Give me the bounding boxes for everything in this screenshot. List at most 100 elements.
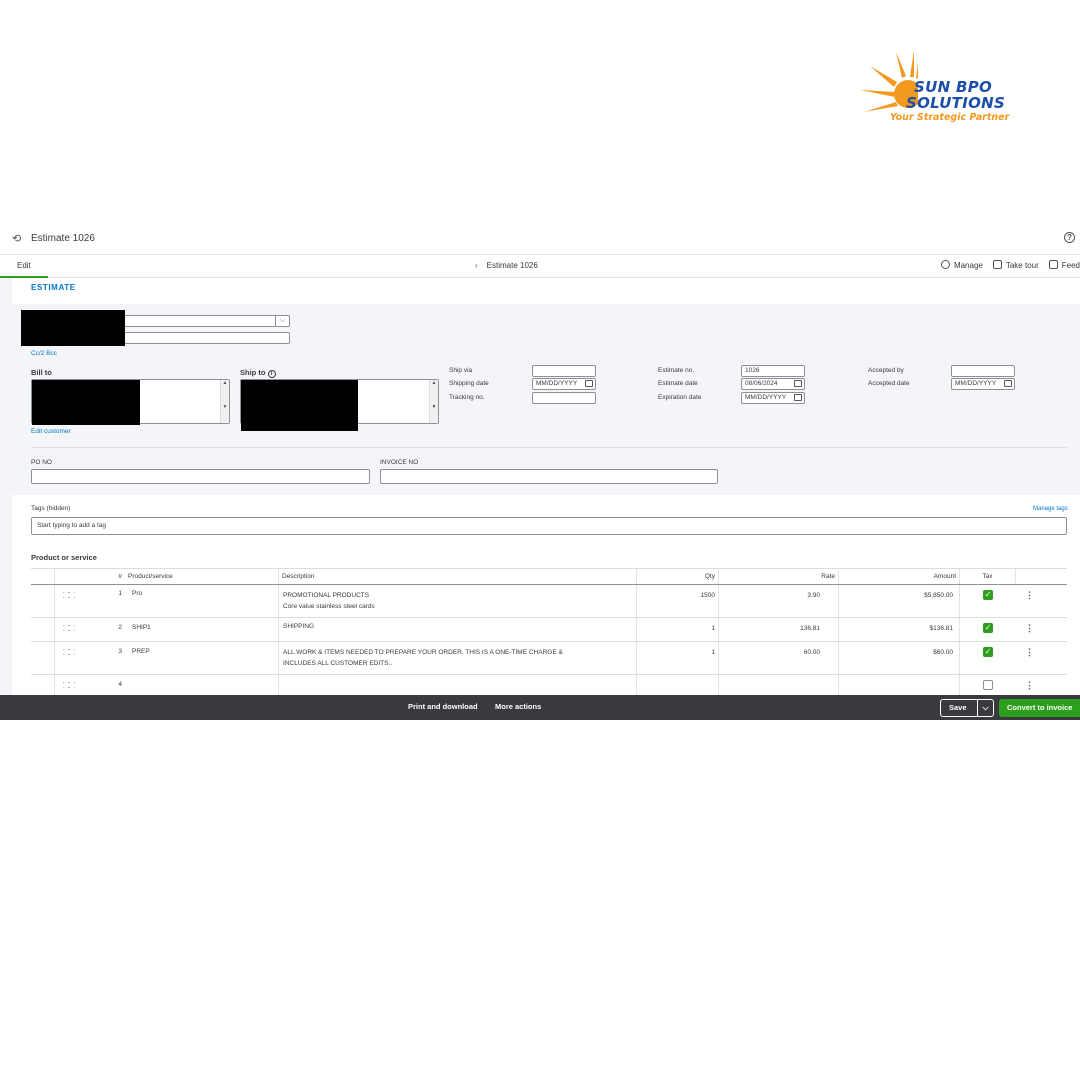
calendar-icon[interactable] [794, 380, 802, 387]
chevron-down-icon[interactable]: ⌵ [977, 700, 993, 716]
cell-rate[interactable]: 60.00 [718, 642, 838, 674]
more-actions-button[interactable]: More actions [495, 702, 541, 711]
take-tour-button[interactable]: Take tour [992, 260, 1039, 270]
ship-to-label: Ship to i [240, 368, 276, 378]
cell-qty[interactable] [636, 675, 718, 696]
more-vertical-icon[interactable]: ⋮ [1015, 585, 1067, 617]
logo-tagline: Your Strategic Partner [890, 112, 1010, 123]
expiration-date-field[interactable]: MM/DD/YYYY [741, 392, 805, 404]
col-num-header: # [118, 573, 122, 580]
expiration-date-label: Expiration date [658, 394, 702, 401]
history-icon[interactable]: ⟲ [12, 233, 24, 245]
cell-amount: $60.00 [838, 642, 959, 674]
estimate-no-field[interactable]: 1026 [741, 365, 805, 377]
drag-handle-icon[interactable]: ⸬⸬ [54, 642, 82, 674]
drag-handle-icon[interactable]: ⸬⸬ [54, 585, 82, 617]
cell-blank [31, 618, 54, 641]
description-line1: PROMOTIONAL PRODUCTS [283, 592, 370, 599]
cell-description[interactable]: SHIPPING [278, 618, 636, 641]
cell-product[interactable]: Pro [125, 585, 278, 617]
table-row[interactable]: ⸬⸬ 4 ⋮ [31, 675, 1067, 697]
table-row[interactable]: ⸬⸬ 1 Pro PROMOTIONAL PRODUCTS Core value … [31, 585, 1067, 618]
redacted-bill-to [32, 380, 140, 425]
cell-product[interactable] [125, 675, 278, 696]
more-vertical-icon[interactable]: ⋮ [1015, 618, 1067, 641]
col-tax-header: Tax [959, 569, 1015, 584]
tracking-no-field[interactable] [532, 392, 596, 404]
calendar-icon[interactable] [794, 394, 802, 401]
estimate-date-value: 08/06/2024 [745, 380, 778, 387]
redacted-customer [21, 310, 125, 346]
accepted-by-field[interactable] [951, 365, 1015, 377]
cell-description[interactable] [278, 675, 636, 696]
calendar-icon[interactable] [1004, 380, 1012, 387]
page-title: Estimate 1026 [31, 233, 95, 244]
cc-bcc-link[interactable]: Cc/2 Bcc [31, 350, 57, 357]
product-section-title: Product or service [31, 553, 97, 562]
manage-tags-link[interactable]: Manage tags [1033, 506, 1068, 512]
po-no-field[interactable] [31, 469, 370, 484]
cell-qty[interactable]: 1 [636, 618, 718, 641]
tax-checkbox[interactable]: ✓ [983, 623, 993, 633]
more-vertical-icon[interactable]: ⋮ [1015, 675, 1067, 696]
description-line1: SHIPPING [283, 623, 315, 630]
estimate-heading: ESTIMATE [31, 283, 76, 292]
cell-amount: $136.81 [838, 618, 959, 641]
ship-to-address[interactable]: ▲ ▼ [240, 379, 439, 431]
manage-button[interactable]: Manage [940, 260, 983, 270]
info-icon[interactable]: i [267, 370, 276, 378]
cell-description[interactable]: ALL WORK & ITEMS NEEDED TO PREPARE YOUR … [278, 642, 636, 674]
accepted-date-label: Accepted date [868, 380, 910, 387]
cell-product[interactable]: PREP [125, 642, 278, 674]
help-icon[interactable]: ? [1064, 232, 1075, 243]
drag-handle-icon[interactable]: ⸬⸬ [54, 618, 82, 641]
col-actions [1015, 569, 1067, 584]
table-row[interactable]: ⸬⸬ 3 PREP ALL WORK & ITEMS NEEDED TO PRE… [31, 642, 1067, 675]
cell-description[interactable]: PROMOTIONAL PRODUCTS Core value stainless… [278, 585, 636, 617]
tab-edit[interactable]: Edit [0, 255, 48, 278]
accepted-date-field[interactable]: MM/DD/YYYY [951, 378, 1015, 390]
customer-select[interactable]: ⌵ [124, 315, 290, 327]
estimate-date-field[interactable]: 08/06/2024 [741, 378, 805, 390]
col-description-header: Description [278, 569, 636, 584]
feedback-button[interactable]: Feed [1048, 260, 1080, 270]
table-row[interactable]: ⸬⸬ 2 SHIP1 SHIPPING 1 136.81 $136.81 ✓ ⋮ [31, 618, 1067, 642]
print-download-button[interactable]: Print and download [408, 702, 478, 711]
cell-tax: ✓ [959, 642, 1015, 674]
table-header: # Product/service Description Qty Rate A… [31, 568, 1067, 585]
cell-qty[interactable]: 1500 [636, 585, 718, 617]
cell-rate[interactable]: 136.81 [718, 618, 838, 641]
drag-handle-icon[interactable]: ⸬⸬ [54, 675, 82, 696]
col-amount-header: Amount [838, 569, 959, 584]
scrollbar[interactable]: ▲ ▼ [429, 380, 438, 423]
tax-checkbox[interactable]: ✓ [983, 647, 993, 657]
bill-to-address[interactable]: ▲ ▼ [31, 379, 230, 425]
cell-rate[interactable] [718, 675, 838, 696]
tags-input[interactable]: Start typing to add a tag [31, 517, 1067, 535]
invoice-no-field[interactable] [380, 469, 718, 484]
ship-via-field[interactable] [532, 365, 596, 377]
calendar-icon[interactable] [585, 380, 593, 387]
tax-checkbox[interactable] [983, 680, 993, 690]
convert-to-invoice-button[interactable]: Convert to invoice [999, 699, 1080, 717]
scrollbar[interactable]: ▲ ▼ [220, 380, 229, 423]
cell-rate[interactable]: 3.90 [718, 585, 838, 617]
edit-customer-link[interactable]: Edit customer [31, 428, 71, 435]
bill-to-label: Bill to [31, 368, 52, 377]
chevron-left-icon[interactable]: ‹ [475, 261, 478, 270]
col-product-header[interactable]: Product/service [125, 569, 278, 584]
tax-checkbox[interactable]: ✓ [983, 590, 993, 600]
cell-num: 4 [118, 681, 122, 688]
customer-email-field[interactable] [124, 332, 290, 344]
col-qty-header: Qty [636, 569, 718, 584]
cell-product[interactable]: SHIP1 [125, 618, 278, 641]
cell-amount [838, 675, 959, 696]
save-button[interactable]: Save ⌵ [940, 699, 994, 717]
more-vertical-icon[interactable]: ⋮ [1015, 642, 1067, 674]
shipping-date-field[interactable]: MM/DD/YYYY [532, 378, 596, 390]
description-line1: ALL WORK & ITEMS NEEDED TO PREPARE YOUR … [283, 649, 563, 656]
chevron-down-icon: ⌵ [275, 316, 289, 327]
breadcrumb[interactable]: ‹ Estimate 1026 [475, 261, 538, 270]
manage-label: Manage [953, 261, 983, 270]
cell-qty[interactable]: 1 [636, 642, 718, 674]
